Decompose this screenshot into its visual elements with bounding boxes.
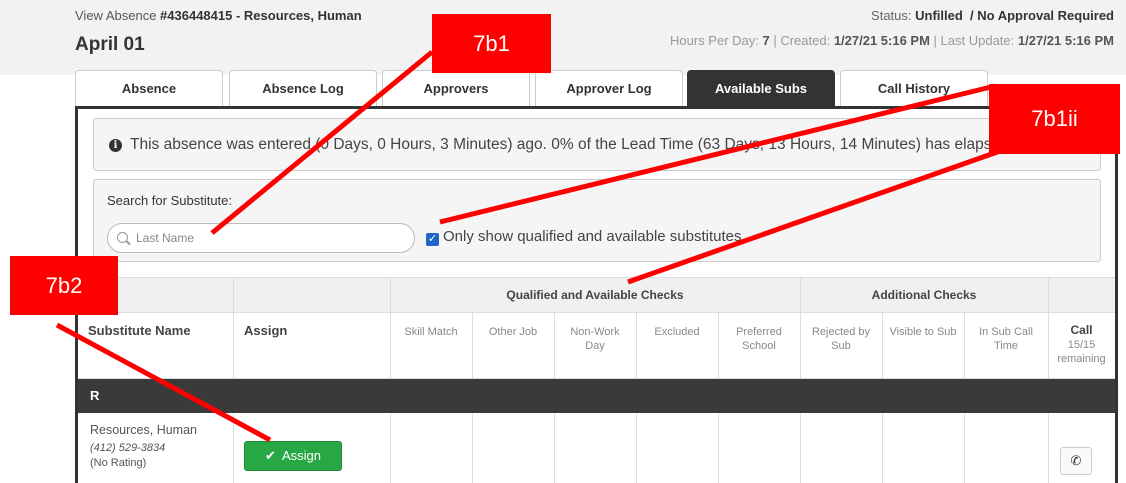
status-line: Status: Unfilled / No Approval Required — [871, 8, 1114, 23]
tab-absence[interactable]: Absence — [75, 70, 223, 106]
qualified-checkbox-label: Only show qualified and available substi… — [443, 228, 742, 245]
approval-status: / No Approval Required — [970, 8, 1114, 23]
created-label: | Created: — [769, 33, 834, 48]
qualified-filter[interactable]: ✓ Only show qualified and available subst… — [426, 228, 742, 246]
absence-header: View Absence #436448415 - Resources, Hum… — [0, 0, 1126, 75]
annotation-label-7b1ii: 7b1ii — [989, 84, 1120, 154]
col-call-remaining: remaining — [1057, 353, 1106, 365]
tab-approver-log[interactable]: Approver Log — [535, 70, 683, 106]
meta-line: Hours Per Day: 7 | Created: 1/27/21 5:16… — [670, 33, 1114, 48]
absence-id-line: View Absence #436448415 - Resources, Hum… — [75, 8, 362, 23]
divider — [1048, 277, 1049, 379]
available-subs-panel: i This absence was entered (0 Days, 0 Hou… — [75, 106, 1118, 483]
absence-id: #436448415 - Resources, Human — [160, 8, 362, 23]
divider — [800, 277, 801, 379]
divider — [882, 313, 883, 379]
col-insub-line-1: In Sub Call — [979, 326, 1033, 338]
col-non-work-line-2: Day — [585, 340, 605, 352]
divider — [636, 313, 637, 379]
annotation-label-7b2: 7b2 — [10, 256, 118, 315]
call-button[interactable]: ✆ — [1060, 447, 1092, 475]
tab-absence-log[interactable]: Absence Log — [229, 70, 377, 106]
divider — [472, 413, 473, 483]
substitute-name[interactable]: Resources, Human — [90, 423, 197, 437]
col-call-title: Call — [1070, 323, 1093, 337]
divider — [882, 413, 883, 483]
divider — [390, 413, 391, 483]
search-icon — [117, 232, 128, 243]
col-rejected-line-2: Sub — [831, 340, 851, 352]
check-icon: ✔ — [265, 448, 276, 463]
col-non-work-line-1: Non-Work — [570, 326, 620, 338]
hours-value: 7 — [762, 33, 770, 48]
hours-label: Hours Per Day: — [670, 33, 763, 48]
col-non-work-day: Non-Work Day — [554, 325, 636, 353]
divider — [554, 413, 555, 483]
search-label: Search for Substitute: — [107, 193, 233, 208]
created-value: 1/27/21 5:16 PM — [833, 33, 930, 48]
divider — [390, 277, 391, 379]
col-call-count: 15/15 — [1067, 339, 1096, 351]
divider — [233, 277, 234, 379]
col-preferred-line-1: Preferred — [736, 326, 782, 338]
substitute-search: Search for Substitute: ✓ Only show qualif… — [93, 179, 1101, 262]
col-other-job: Other Job — [488, 326, 538, 338]
col-call: Call 15/15 remaining — [1048, 323, 1115, 366]
divider — [800, 413, 801, 483]
annotation-label-7b1: 7b1 — [432, 14, 551, 73]
divider — [636, 413, 637, 483]
col-assign: Assign — [244, 323, 288, 338]
group-letter-row: R — [78, 379, 1115, 413]
col-preferred-school: Preferred School — [718, 325, 800, 353]
qualified-checkbox[interactable]: ✓ — [426, 233, 439, 246]
substitute-rating: (No Rating) — [90, 457, 147, 469]
divider — [233, 413, 234, 483]
group-qualified-header: Qualified and Available Checks — [506, 288, 684, 302]
page-title: April 01 — [75, 34, 145, 55]
lead-time-text: This absence was entered (0 Days, 0 Hour… — [130, 136, 1014, 153]
status-value: Unfilled — [915, 8, 963, 23]
divider — [964, 413, 965, 483]
divider — [554, 313, 555, 379]
status-label: Status: — [871, 8, 916, 23]
info-circle-icon: i — [109, 139, 122, 152]
divider — [1048, 413, 1049, 483]
tab-call-history[interactable]: Call History — [840, 70, 988, 106]
col-skill-match: Skill Match — [404, 326, 458, 338]
assign-button-label: Assign — [281, 448, 321, 463]
divider — [718, 413, 719, 483]
group-additional-header: Additional Checks — [871, 288, 977, 302]
lead-time-info: i This absence was entered (0 Days, 0 Hou… — [93, 118, 1101, 171]
divider — [472, 313, 473, 379]
tab-available-subs[interactable]: Available Subs — [687, 70, 835, 106]
col-insub-line-2: Time — [993, 340, 1019, 352]
updated-label: | Last Update: — [929, 33, 1018, 48]
col-rejected-line-1: Rejected by — [811, 326, 871, 338]
divider — [718, 313, 719, 379]
divider — [964, 313, 965, 379]
group-letter: R — [90, 388, 100, 403]
phone-icon: ✆ — [1070, 453, 1082, 468]
view-prefix: View Absence — [75, 8, 161, 23]
search-field[interactable] — [107, 223, 415, 253]
col-rejected-by-sub: Rejected by Sub — [800, 325, 882, 353]
substitute-phone: (412) 529-3834 — [90, 442, 166, 454]
updated-value: 1/27/21 5:16 PM — [1017, 33, 1114, 48]
col-in-sub-call-time: In Sub Call Time — [964, 325, 1048, 353]
last-name-input[interactable] — [136, 229, 406, 247]
col-preferred-line-2: School — [742, 340, 776, 352]
col-substitute-name: Substitute Name — [88, 323, 191, 338]
tab-approvers[interactable]: Approvers — [382, 70, 530, 106]
col-visible-to-sub: Visible to Sub — [889, 326, 957, 338]
col-excluded: Excluded — [654, 326, 700, 338]
assign-button[interactable]: ✔ Assign — [244, 441, 342, 471]
